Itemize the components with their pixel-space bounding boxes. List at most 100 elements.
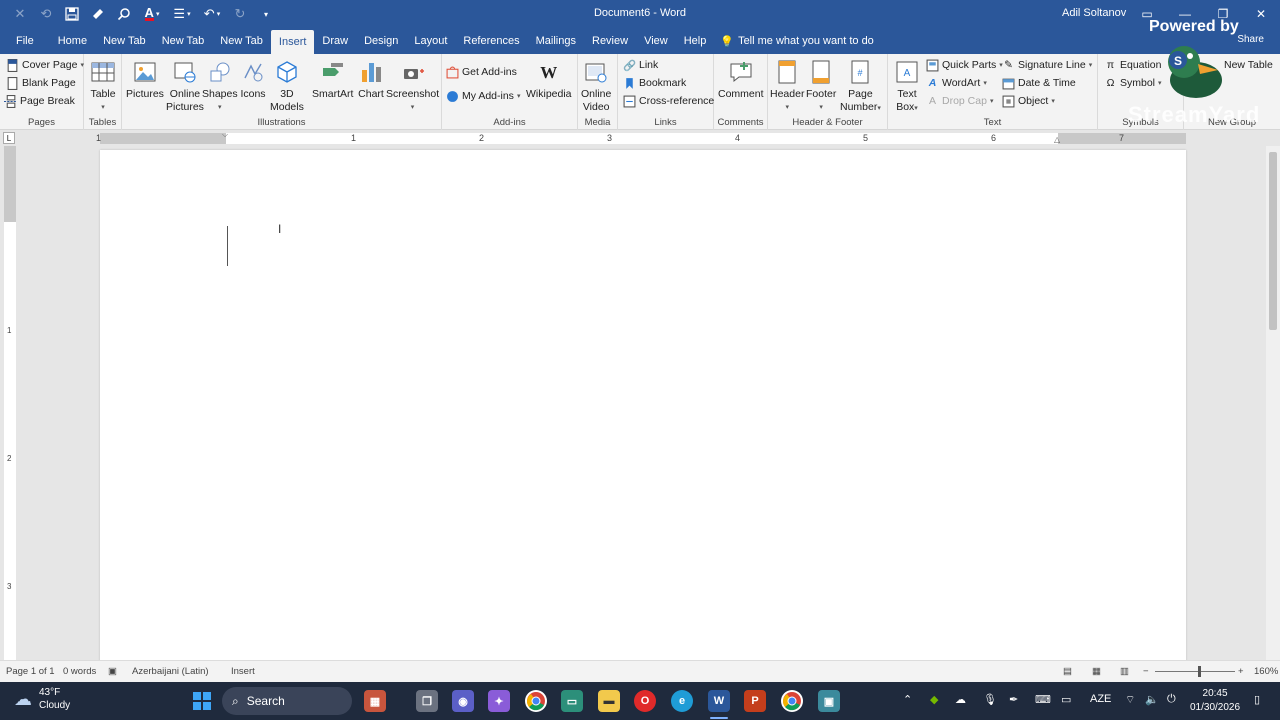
opera-icon[interactable]: O [634, 690, 656, 712]
date-time-button[interactable]: Date & Time [1002, 75, 1076, 91]
sync-icon[interactable]: ⟲ [34, 2, 58, 26]
shapes-button[interactable]: Shapes ▾ [202, 56, 238, 114]
tab-selector[interactable]: L [3, 132, 15, 144]
proofing-icon[interactable]: ▣ [108, 666, 117, 677]
zoom-out-icon[interactable]: − [1143, 666, 1149, 677]
start-windows-icon[interactable] [190, 689, 214, 713]
tell-me-search[interactable]: 💡 Tell me what you want to do [720, 28, 873, 54]
task-view-icon[interactable]: ❐ [416, 690, 438, 712]
page-break-button[interactable]: Page Break [4, 93, 75, 109]
quick-parts-button[interactable]: Quick Parts ▾ [926, 57, 1003, 73]
tab-review[interactable]: Review [584, 28, 636, 54]
new-table-button[interactable]: New Table [1224, 57, 1273, 73]
taskbar-search[interactable]: ⌕ Search [222, 687, 352, 715]
close-button[interactable]: ✕ [1242, 0, 1280, 28]
weather-widget[interactable]: ☁ 43°F Cloudy [14, 686, 70, 712]
edge-icon[interactable]: e [671, 690, 693, 712]
tab-help[interactable]: Help [676, 28, 715, 54]
my-addins-button[interactable]: My Add-ins ▾ [446, 88, 520, 104]
header-button[interactable]: Header ▾ [770, 56, 804, 114]
chart-button[interactable]: Chart [356, 56, 386, 101]
input-language[interactable]: AZE [1090, 693, 1111, 705]
horizontal-ruler[interactable]: L 1 1 2 3 4 5 6 7 ⌵ △ [0, 130, 1280, 146]
word-icon[interactable]: W [708, 690, 730, 712]
page-count[interactable]: Page 1 of 1 [6, 666, 55, 677]
clock[interactable]: 20:45 01/30/2026 [1190, 687, 1240, 715]
wikipedia-button[interactable]: W Wikipedia [526, 56, 572, 101]
cover-page-button[interactable]: Cover Page ▾ [6, 57, 84, 73]
zoom-slider[interactable] [1155, 671, 1235, 672]
wifi-icon[interactable]: ⌔ [1125, 693, 1135, 707]
microphone-icon[interactable]: 🎙 [983, 693, 997, 706]
equation-button[interactable]: π Equation [1104, 57, 1162, 73]
footer-button[interactable]: Footer ▾ [806, 56, 836, 114]
bookmark-button[interactable]: Bookmark [623, 75, 686, 91]
show-hidden-icons[interactable]: ⌃ [903, 693, 912, 706]
vertical-scrollbar[interactable] [1266, 146, 1280, 660]
online-video-button[interactable]: Online Video [581, 56, 611, 114]
web-layout-icon[interactable]: ▥ [1120, 666, 1129, 677]
language-indicator[interactable]: Azerbaijani (Latin) [132, 666, 209, 677]
drop-cap-button[interactable]: A Drop Cap ▾ [926, 93, 993, 109]
object-button[interactable]: Object ▾ [1002, 93, 1055, 109]
chrome-icon[interactable] [525, 690, 547, 712]
tab-insert[interactable]: Insert [270, 30, 315, 54]
user-name[interactable]: Adil Soltanov [1062, 7, 1126, 19]
print-layout-icon[interactable]: ▦ [1092, 666, 1101, 677]
tab-references[interactable]: References [455, 28, 527, 54]
file-explorer-icon[interactable]: ▬ [598, 690, 620, 712]
copilot-icon[interactable]: ✦ [488, 690, 510, 712]
symbol-button[interactable]: Ω Symbol ▾ [1104, 75, 1162, 91]
notifications-icon[interactable]: ▯ [1254, 693, 1260, 706]
bullets-icon[interactable]: ☰ ▾ [168, 2, 196, 26]
right-indent-marker[interactable]: △ [1054, 135, 1060, 144]
battery-icon[interactable]: ▭ [1061, 693, 1071, 706]
pen-tray-icon[interactable]: ✒ [1009, 693, 1018, 706]
get-addins-button[interactable]: Get Add-ins [446, 64, 517, 80]
customize-toolbar-icon[interactable]: ▾ [254, 2, 278, 26]
icons-button[interactable]: Icons [238, 56, 268, 101]
teams-icon[interactable]: ◉ [452, 690, 474, 712]
remote-desktop-icon[interactable]: ▣ [818, 690, 840, 712]
tab-view[interactable]: View [636, 28, 676, 54]
document-page[interactable]: I [100, 150, 1186, 660]
blank-page-button[interactable]: Blank Page [6, 75, 76, 91]
widgets-app-icon[interactable]: ▦ [364, 690, 386, 712]
font-color-icon[interactable]: A ▾ [138, 2, 166, 26]
powerpoint-icon[interactable]: P [744, 690, 766, 712]
tab-new-tab-3[interactable]: New Tab [212, 28, 271, 54]
zoom-slider-thumb[interactable] [1198, 666, 1201, 677]
link-button[interactable]: 🔗 Link [623, 57, 658, 73]
read-mode-icon[interactable]: ▤ [1063, 666, 1072, 677]
tab-design[interactable]: Design [356, 28, 406, 54]
redo-icon[interactable]: ↻ [228, 2, 252, 26]
text-box-button[interactable]: A Text Box▾ [892, 56, 922, 115]
nvidia-icon[interactable]: ◆ [930, 693, 938, 706]
insert-mode[interactable]: Insert [231, 666, 255, 677]
scrollbar-thumb[interactable] [1269, 152, 1277, 330]
keyboard-icon[interactable]: ⌨ [1035, 693, 1051, 706]
cross-reference-button[interactable]: Cross-reference [623, 93, 714, 109]
zoom-in-icon[interactable]: + [1238, 666, 1244, 677]
wordart-button[interactable]: A WordArt ▾ [926, 75, 987, 91]
zoom-level[interactable]: 160% [1254, 666, 1278, 677]
volume-icon[interactable]: 🔈 [1145, 693, 1159, 706]
smartart-button[interactable]: SmartArt [312, 56, 353, 101]
tab-home[interactable]: Home [50, 28, 95, 54]
3d-models-button[interactable]: 3D Models [270, 56, 304, 114]
online-pictures-button[interactable]: Online Pictures [166, 56, 204, 114]
tab-layout[interactable]: Layout [406, 28, 455, 54]
page-number-button[interactable]: # Page Number▾ [840, 56, 881, 115]
word-count[interactable]: 0 words [63, 666, 96, 677]
power-icon[interactable]: ⏻ [1167, 693, 1176, 706]
monitor-app-icon[interactable]: ▭ [561, 690, 583, 712]
signature-line-button[interactable]: ✎ Signature Line ▾ [1002, 57, 1092, 73]
onedrive-icon[interactable]: ☁ [955, 693, 966, 706]
tab-new-tab-2[interactable]: New Tab [154, 28, 213, 54]
tab-file[interactable]: File [0, 28, 50, 54]
tab-mailings[interactable]: Mailings [528, 28, 584, 54]
save-icon[interactable] [60, 2, 84, 26]
tab-draw[interactable]: Draw [314, 28, 356, 54]
autosave-icon[interactable]: ✕ [8, 2, 32, 26]
screenshot-button[interactable]: Screenshot ▾ [386, 56, 439, 114]
